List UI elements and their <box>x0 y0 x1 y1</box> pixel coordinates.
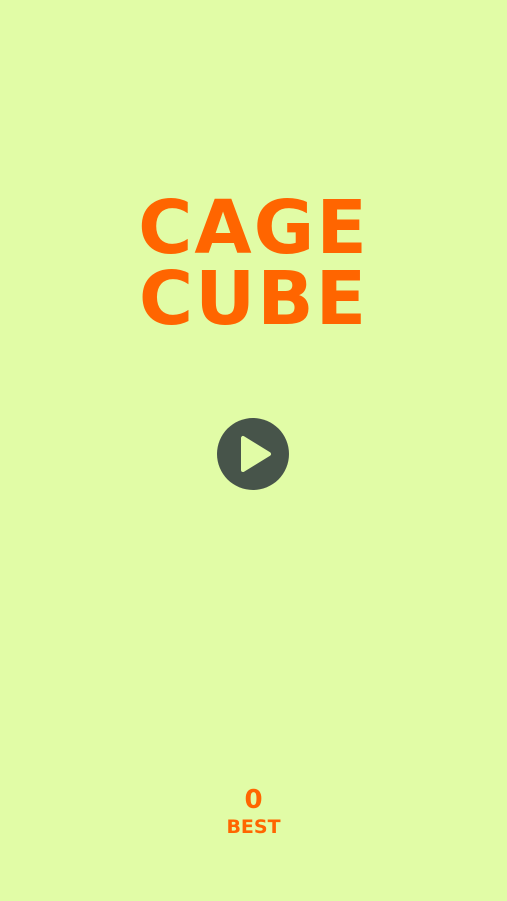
play-button[interactable] <box>217 418 289 490</box>
play-icon <box>241 436 271 472</box>
game-title-line-1: CAGE <box>138 185 369 271</box>
best-score-value: 0 <box>244 785 263 815</box>
best-score-label: BEST <box>226 816 281 838</box>
game-title-line-2: CUBE <box>138 256 369 342</box>
game-start-screen: CAGE CUBE 0 BEST <box>0 0 507 901</box>
